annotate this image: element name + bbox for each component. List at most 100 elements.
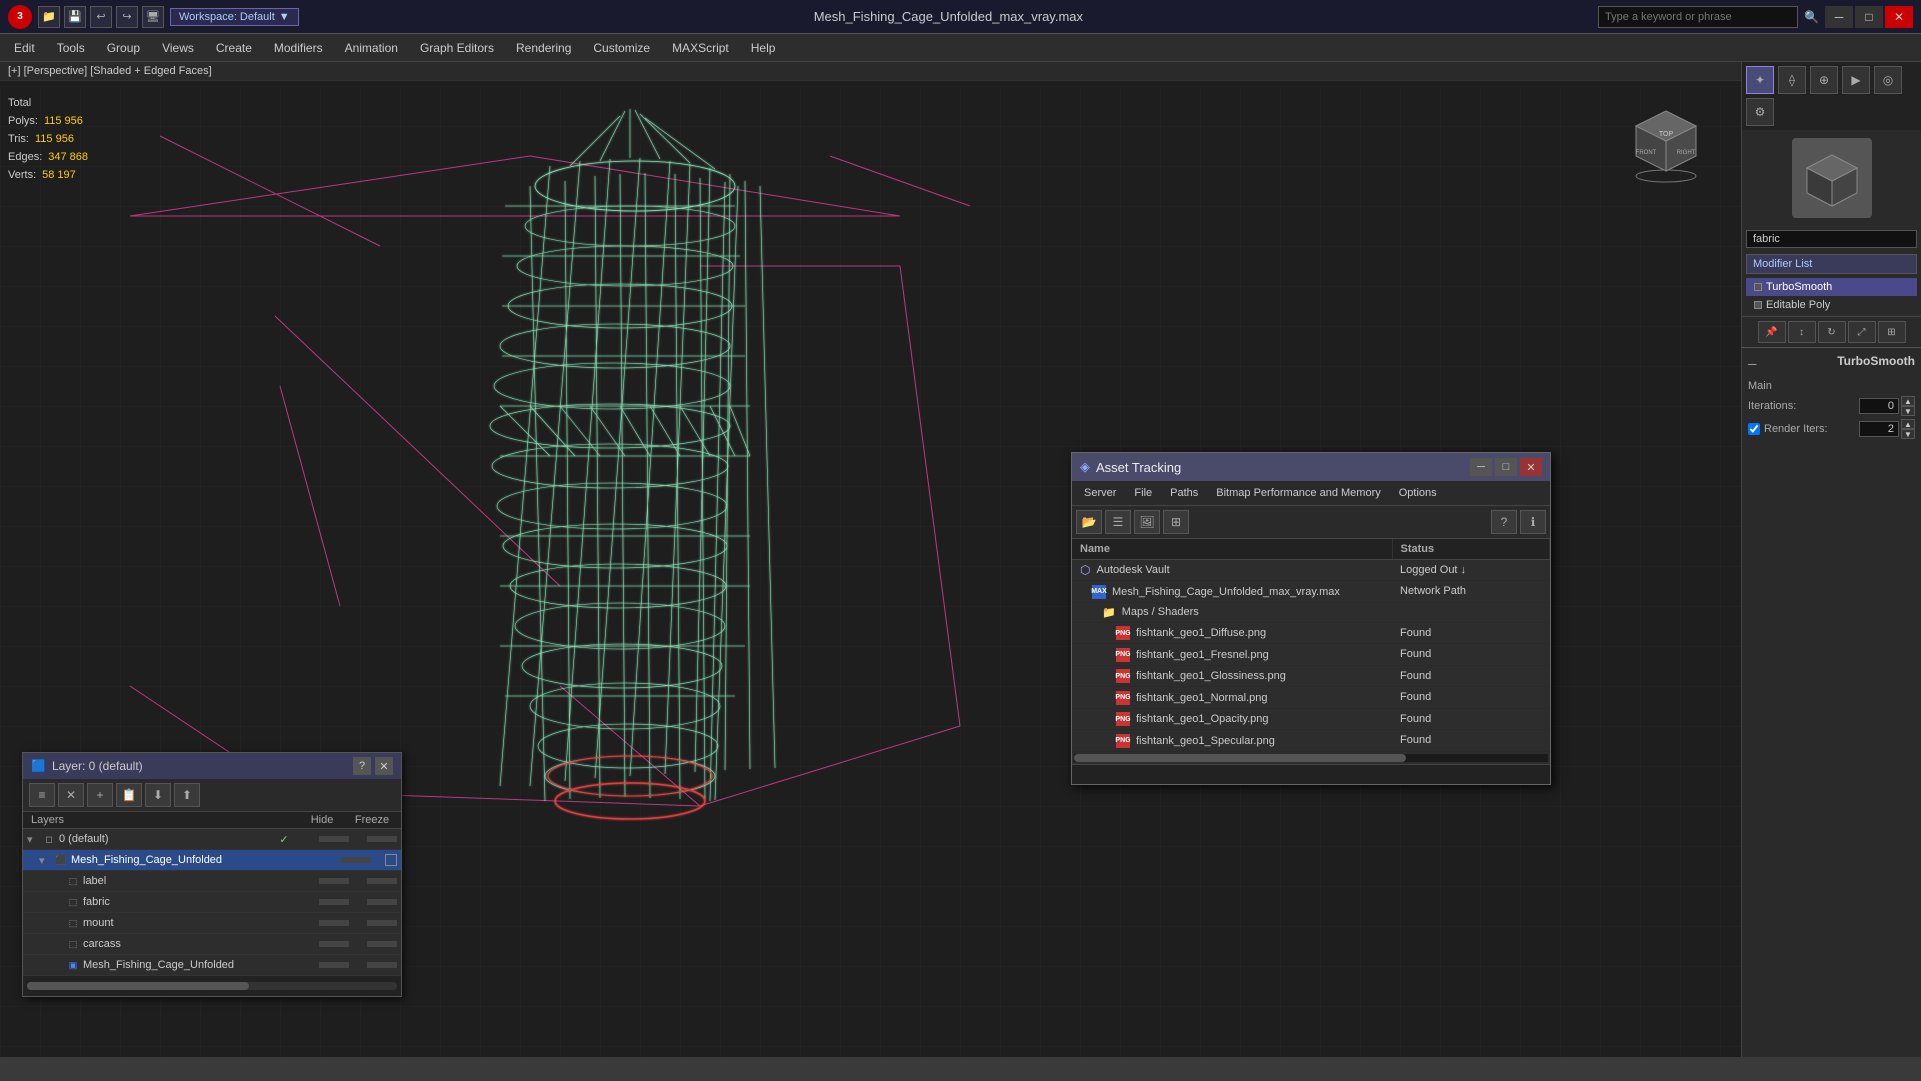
fabric-icon: ⬚ — [66, 895, 80, 909]
iterations-input[interactable] — [1859, 398, 1899, 414]
render-iters-checkbox[interactable] — [1748, 423, 1760, 435]
iterations-up[interactable]: ▲ — [1901, 396, 1915, 406]
asset-tb-help[interactable]: ? — [1491, 510, 1517, 534]
iterations-down[interactable]: ▼ — [1901, 406, 1915, 416]
layer-item[interactable]: ⬚ carcass — [23, 934, 401, 955]
asset-tb-info[interactable]: ℹ — [1520, 510, 1546, 534]
stats-panel: Total Polys: 115 956 Tris: 115 956 Edges… — [8, 94, 88, 184]
menu-group[interactable]: Group — [97, 37, 150, 59]
png-icon: PNG — [1116, 626, 1130, 640]
table-row[interactable]: PNG fishtank_geo1_Diffuse.png Found — [1072, 622, 1550, 644]
nav-cube[interactable]: TOP FRONT RIGHT — [1621, 96, 1711, 186]
asset-menu-file[interactable]: File — [1126, 484, 1160, 502]
table-row[interactable]: PNG fishtank_geo1_Normal.png Found — [1072, 687, 1550, 709]
asset-minimize-btn[interactable]: ─ — [1470, 458, 1492, 476]
layer-item[interactable]: ▾ ◻ 0 (default) ✓ — [23, 829, 401, 850]
asset-tb-list[interactable]: ☰ — [1105, 510, 1131, 534]
layer-tb-add[interactable]: + — [87, 783, 113, 807]
open-btn[interactable]: 📁 — [38, 6, 60, 28]
modifier-item-editablepoly[interactable]: Editable Poly — [1746, 296, 1917, 314]
search-icon[interactable]: 🔍 — [1804, 10, 1819, 24]
layer-item[interactable]: ⬚ fabric — [23, 892, 401, 913]
asset-menu-paths[interactable]: Paths — [1162, 484, 1206, 502]
asset-scrollbar[interactable] — [1074, 754, 1548, 762]
layer-tb-delete[interactable]: ✕ — [58, 783, 84, 807]
save-btn[interactable]: 💾 — [64, 6, 86, 28]
layer-tb-copy[interactable]: 📋 — [116, 783, 142, 807]
asset-maximize-btn[interactable]: □ — [1495, 458, 1517, 476]
asset-tb-table[interactable]: ⊞ — [1163, 510, 1189, 534]
menu-views[interactable]: Views — [152, 37, 204, 59]
table-row[interactable]: PNG fishtank_geo1_Fresnel.png Found — [1072, 644, 1550, 666]
menu-maxscript[interactable]: MAXScript — [662, 37, 739, 59]
table-row[interactable]: MAX Mesh_Fishing_Cage_Unfolded_max_vray.… — [1072, 581, 1550, 603]
col-name: Name — [1072, 539, 1392, 560]
asset-menu-options[interactable]: Options — [1391, 484, 1445, 502]
menu-modifiers[interactable]: Modifiers — [264, 37, 333, 59]
table-row[interactable]: PNG fishtank_geo1_Specular.png Found — [1072, 730, 1550, 752]
layer-scrollbar[interactable] — [23, 976, 401, 996]
layer-item[interactable]: ▾ ⬛ Mesh_Fishing_Cage_Unfolded — [23, 850, 401, 871]
rotate-btn[interactable]: ↻ — [1818, 321, 1846, 343]
hierarchy-icon-btn[interactable]: ⊕ — [1810, 66, 1838, 94]
create-icon-btn[interactable]: ✦ — [1746, 66, 1774, 94]
render-btn[interactable]: 🖥 — [142, 6, 164, 28]
table-row[interactable]: PNG fishtank_geo1_Glossiness.png Found — [1072, 665, 1550, 687]
layer-panel-help-btn[interactable]: ? — [353, 757, 371, 775]
table-row[interactable]: 📁 Maps / Shaders — [1072, 602, 1550, 622]
menu-animation[interactable]: Animation — [335, 37, 408, 59]
redo-btn[interactable]: ↪ — [116, 6, 138, 28]
asset-menu-bitmap[interactable]: Bitmap Performance and Memory — [1208, 484, 1388, 502]
layer-panel-title-bar[interactable]: 🟦 Layer: 0 (default) ? ✕ — [23, 753, 401, 779]
layer-item[interactable]: ⬚ mount — [23, 913, 401, 934]
asset-tb-image[interactable]: 🖼 — [1134, 510, 1160, 534]
viewport[interactable]: [+] [Perspective] [Shaded + Edged Faces] — [0, 62, 1741, 1057]
asset-status-cell: Found — [1392, 644, 1550, 666]
ts-collapse-icon[interactable]: ─ — [1748, 357, 1757, 371]
minimize-btn[interactable]: ─ — [1825, 6, 1853, 28]
layer-tb-down[interactable]: ⬇ — [145, 783, 171, 807]
menu-rendering[interactable]: Rendering — [506, 37, 581, 59]
asset-panel-title-bar[interactable]: ◈ Asset Tracking ─ □ ✕ — [1072, 453, 1550, 481]
layer-items: ▾ ◻ 0 (default) ✓ ▾ ⬛ Mesh_Fishing_Cage_… — [23, 829, 401, 976]
table-row[interactable]: ⬡ Autodesk Vault Logged Out ↓ — [1072, 560, 1550, 581]
asset-close-btn[interactable]: ✕ — [1520, 458, 1542, 476]
render-iters-input[interactable] — [1859, 421, 1899, 437]
menu-customize[interactable]: Customize — [583, 37, 660, 59]
modifier-item-turbosmooth[interactable]: TurboSmooth — [1746, 278, 1917, 296]
layer-tb-up[interactable]: ⬆ — [174, 783, 200, 807]
utility-icon-btn[interactable]: ⚙ — [1746, 98, 1774, 126]
maximize-btn[interactable]: □ — [1855, 6, 1883, 28]
motion-icon-btn[interactable]: ▶ — [1842, 66, 1870, 94]
right-panel: ✦ ⟠ ⊕ ▶ ◎ ⚙ Modifier List TurboSmooth — [1741, 62, 1921, 1057]
render-iters-down[interactable]: ▼ — [1901, 429, 1915, 439]
layer-tb-menu[interactable]: ≡ — [29, 783, 55, 807]
asset-menu-server[interactable]: Server — [1076, 484, 1124, 502]
layer-panel-close-btn[interactable]: ✕ — [375, 757, 393, 775]
menu-graph-editors[interactable]: Graph Editors — [410, 37, 504, 59]
asset-table-container[interactable]: Name Status ⬡ Autodesk Vault — [1072, 539, 1550, 752]
search-input[interactable] — [1598, 6, 1798, 28]
render-iters-up[interactable]: ▲ — [1901, 419, 1915, 429]
modify-icon-btn[interactable]: ⟠ — [1778, 66, 1806, 94]
display-icon-btn[interactable]: ◎ — [1874, 66, 1902, 94]
pin-btn[interactable]: 📌 — [1758, 321, 1786, 343]
asset-tracking-panel: ◈ Asset Tracking ─ □ ✕ Server File Paths… — [1071, 452, 1551, 785]
snap-btn[interactable]: ⊞ — [1878, 321, 1906, 343]
menu-create[interactable]: Create — [206, 37, 262, 59]
modifier-search-input[interactable] — [1746, 230, 1917, 248]
table-row[interactable]: PNG fishtank_geo1_Opacity.png Found — [1072, 708, 1550, 730]
menu-tools[interactable]: Tools — [47, 37, 95, 59]
move-btn[interactable]: ↕ — [1788, 321, 1816, 343]
layer-item[interactable]: ⬚ label — [23, 871, 401, 892]
scale-btn[interactable]: ⤢ — [1848, 321, 1876, 343]
modifier-list-label[interactable]: Modifier List — [1746, 254, 1917, 274]
undo-btn[interactable]: ↩ — [90, 6, 112, 28]
close-btn[interactable]: ✕ — [1885, 6, 1913, 28]
asset-tb-folder[interactable]: 📂 — [1076, 510, 1102, 534]
workspace-button[interactable]: Workspace: Default ▼ — [170, 8, 299, 26]
modifier-items: TurboSmooth Editable Poly — [1746, 278, 1917, 314]
menu-help[interactable]: Help — [741, 37, 786, 59]
menu-edit[interactable]: Edit — [4, 37, 45, 59]
layer-item[interactable]: ▣ Mesh_Fishing_Cage_Unfolded — [23, 955, 401, 976]
